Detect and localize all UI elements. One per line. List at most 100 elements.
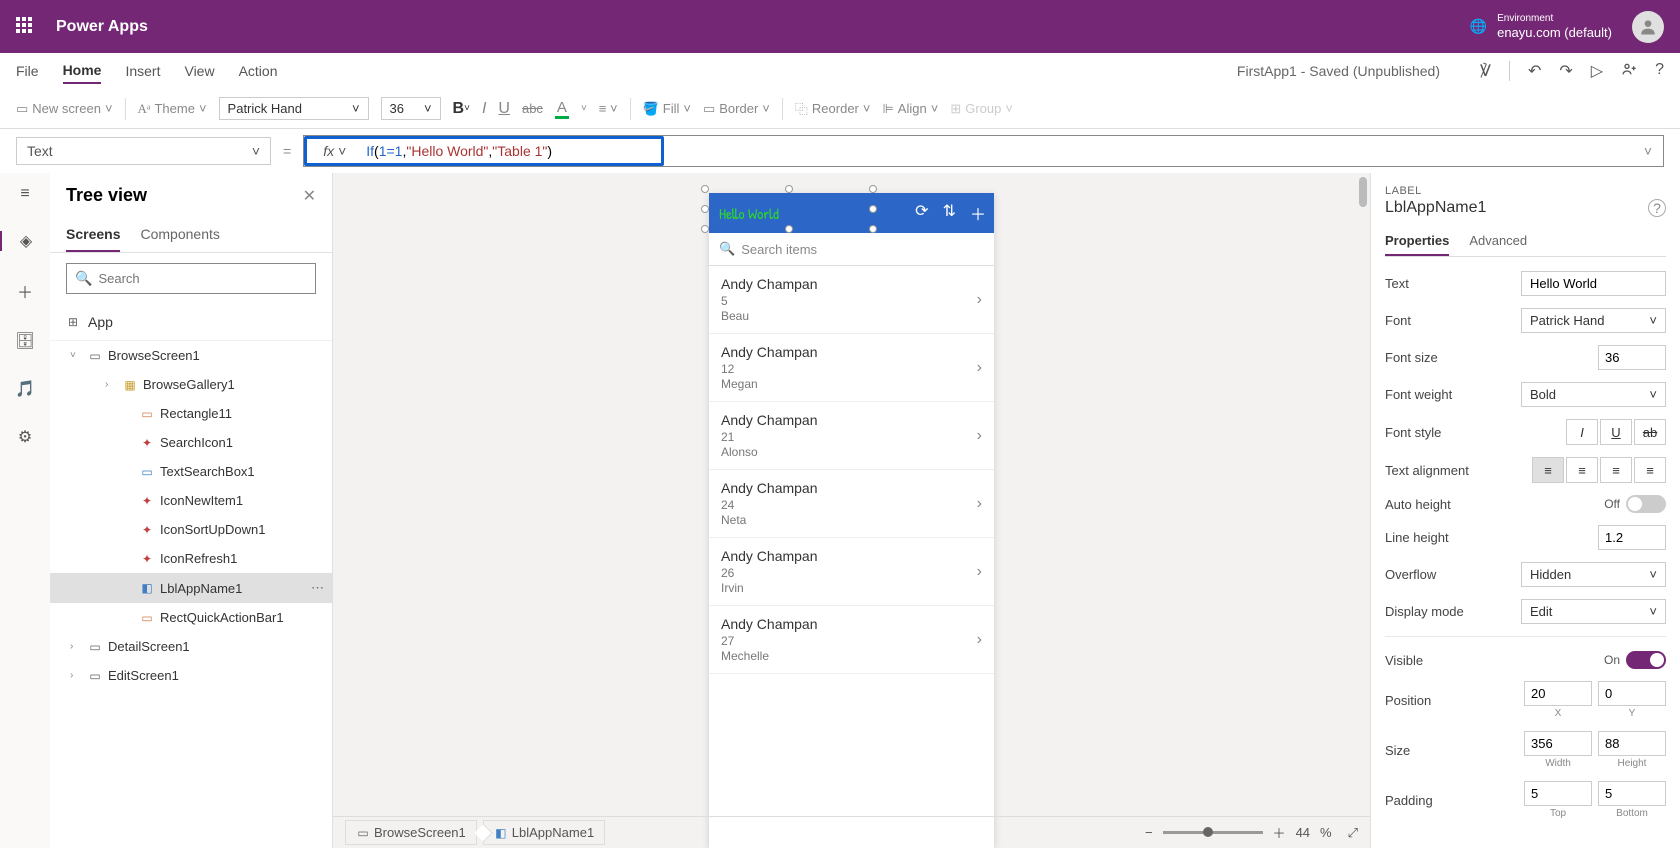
tree-item-detailscreen[interactable]: ›▭DetailScreen1 (50, 632, 332, 661)
tab-properties[interactable]: Properties (1385, 227, 1449, 256)
info-icon[interactable]: ? (1648, 199, 1666, 217)
media-icon[interactable]: 🎵 (15, 379, 35, 399)
align-elements-button[interactable]: ⊫ Align ˅ (882, 101, 938, 117)
hamburger-icon[interactable]: ≡ (20, 185, 29, 203)
fit-screen-icon[interactable]: ⤢ (1348, 825, 1358, 841)
align-button[interactable]: ≡ ˅ (599, 101, 618, 116)
tab-screens[interactable]: Screens (66, 218, 120, 252)
breadcrumb-screen[interactable]: ▭BrowseScreen1 (345, 820, 477, 845)
align-right-button[interactable]: ≡ (1600, 457, 1632, 483)
autoheight-toggle[interactable] (1626, 495, 1666, 513)
prop-displaymode-select[interactable]: Edit˅ (1521, 599, 1666, 624)
undo-icon[interactable]: ↶ (1528, 61, 1541, 82)
underline-toggle[interactable]: U (1600, 419, 1632, 445)
formula-input[interactable]: If(1=1, "Hello World", "Table 1") (356, 139, 655, 163)
tab-components[interactable]: Components (140, 218, 219, 252)
prop-padbottom-input[interactable] (1598, 781, 1666, 806)
help-icon[interactable]: ? (1655, 61, 1664, 82)
menu-action[interactable]: Action (239, 59, 278, 83)
insert-icon[interactable]: ＋ (17, 279, 33, 303)
tree-item[interactable]: ▭Rectangle11 (50, 399, 332, 428)
app-title-label[interactable]: Hello World (719, 203, 779, 224)
underline-button[interactable]: U (498, 100, 510, 118)
data-icon[interactable]: 🗄 (15, 331, 35, 351)
prop-lineheight-input[interactable] (1598, 525, 1666, 550)
chevron-right-icon[interactable]: › (977, 427, 982, 445)
play-icon[interactable]: ▷ (1591, 61, 1603, 82)
chevron-right-icon[interactable]: › (977, 359, 982, 377)
font-color-button[interactable]: A (555, 99, 569, 119)
menu-view[interactable]: View (184, 59, 214, 83)
theme-button[interactable]: Aᵃ Theme ˅ (138, 101, 207, 117)
design-canvas[interactable]: ↖ Hello World ⟳ ⇅ ＋ (333, 173, 1370, 848)
prop-padtop-input[interactable] (1524, 781, 1592, 806)
align-justify-button[interactable]: ≡ (1634, 457, 1666, 483)
tree-item[interactable]: ▭TextSearchBox1 (50, 457, 332, 486)
border-button[interactable]: ▭ Border ˅ (703, 101, 770, 117)
align-left-button[interactable]: ≡ (1532, 457, 1564, 483)
align-center-button[interactable]: ≡ (1566, 457, 1598, 483)
zoom-in-button[interactable]: ＋ (1273, 823, 1286, 842)
tools-icon[interactable]: ⚙ (18, 427, 32, 447)
tree-view-icon[interactable]: ◈ (0, 231, 50, 251)
tree-item-selected[interactable]: ◧LblAppName1⋯ (50, 573, 332, 603)
property-select[interactable]: Text˅ (16, 137, 271, 165)
list-item[interactable]: Andy Champan26Irvin› (709, 538, 994, 606)
menu-home[interactable]: Home (63, 58, 102, 84)
list-item[interactable]: Andy Champan24Neta› (709, 470, 994, 538)
sort-icon[interactable]: ⇅ (943, 201, 956, 225)
tree-item-browsescreen[interactable]: ˅▭BrowseScreen1 (50, 341, 332, 370)
tree-item[interactable]: ›▦BrowseGallery1 (50, 370, 332, 399)
prop-width-input[interactable] (1524, 731, 1592, 756)
list-item[interactable]: Andy Champan21Alonso› (709, 402, 994, 470)
chevron-right-icon[interactable]: › (977, 291, 982, 309)
tab-advanced[interactable]: Advanced (1469, 227, 1527, 256)
tree-item[interactable]: ✦IconNewItem1 (50, 486, 332, 515)
tree-item[interactable]: ✦IconSortUpDown1 (50, 515, 332, 544)
redo-icon[interactable]: ↷ (1559, 61, 1572, 82)
zoom-slider[interactable] (1163, 831, 1263, 834)
app-header-bar[interactable]: Hello World ⟳ ⇅ ＋ (709, 193, 994, 233)
reorder-button[interactable]: ⿻ Reorder ˅ (795, 99, 871, 118)
italic-button[interactable]: I (482, 100, 486, 118)
list-item[interactable]: Andy Champan5Beau› (709, 266, 994, 334)
close-panel-icon[interactable]: ✕ (303, 186, 316, 206)
tree-item[interactable]: ✦SearchIcon1 (50, 428, 332, 457)
expand-formula-icon[interactable]: ˅ (1633, 136, 1663, 166)
app-launcher-icon[interactable] (16, 17, 36, 37)
prop-height-input[interactable] (1598, 731, 1666, 756)
fontsize-select[interactable]: 36˅ (381, 97, 441, 120)
chevron-right-icon[interactable]: › (977, 495, 982, 513)
share-icon[interactable] (1621, 61, 1637, 82)
prop-fontweight-select[interactable]: Bold˅ (1521, 382, 1666, 407)
prop-fontsize-input[interactable] (1598, 345, 1666, 370)
canvas-scrollbar[interactable] (1358, 173, 1368, 848)
tree-item[interactable]: ▭RectQuickActionBar1 (50, 603, 332, 632)
bold-button[interactable]: B˅ (453, 100, 470, 118)
app-checker-icon[interactable]: ℣ (1480, 61, 1491, 82)
menu-file[interactable]: File (16, 59, 39, 83)
breadcrumb-control[interactable]: ◧LblAppName1 (483, 820, 605, 845)
app-search-box[interactable]: 🔍Search items (709, 233, 994, 266)
prop-x-input[interactable] (1524, 681, 1592, 706)
list-item[interactable]: Andy Champan27Mechelle› (709, 606, 994, 674)
environment-selector[interactable]: Environment enayu.com (default) (1497, 12, 1612, 42)
zoom-out-button[interactable]: − (1145, 825, 1153, 840)
menu-insert[interactable]: Insert (125, 59, 160, 83)
list-item[interactable]: Andy Champan12Megan› (709, 334, 994, 402)
prop-text-input[interactable] (1521, 271, 1666, 296)
italic-toggle[interactable]: I (1566, 419, 1598, 445)
tree-item[interactable]: ✦IconRefresh1 (50, 544, 332, 573)
tree-app-root[interactable]: ⊞App (50, 304, 332, 341)
tree-search[interactable]: 🔍 (66, 263, 316, 294)
add-icon[interactable]: ＋ (970, 201, 986, 225)
new-screen-button[interactable]: ▭ New screen ˅ (16, 101, 113, 117)
tree-item-editscreen[interactable]: ›▭EditScreen1 (50, 661, 332, 690)
fill-button[interactable]: 🪣 Fill ˅ (643, 101, 691, 117)
chevron-right-icon[interactable]: › (977, 563, 982, 581)
prop-y-input[interactable] (1598, 681, 1666, 706)
fx-button[interactable]: fx ˅ (313, 143, 356, 159)
tree-search-input[interactable] (98, 271, 307, 286)
user-avatar[interactable] (1632, 11, 1664, 43)
strike-toggle[interactable]: ab (1634, 419, 1666, 445)
